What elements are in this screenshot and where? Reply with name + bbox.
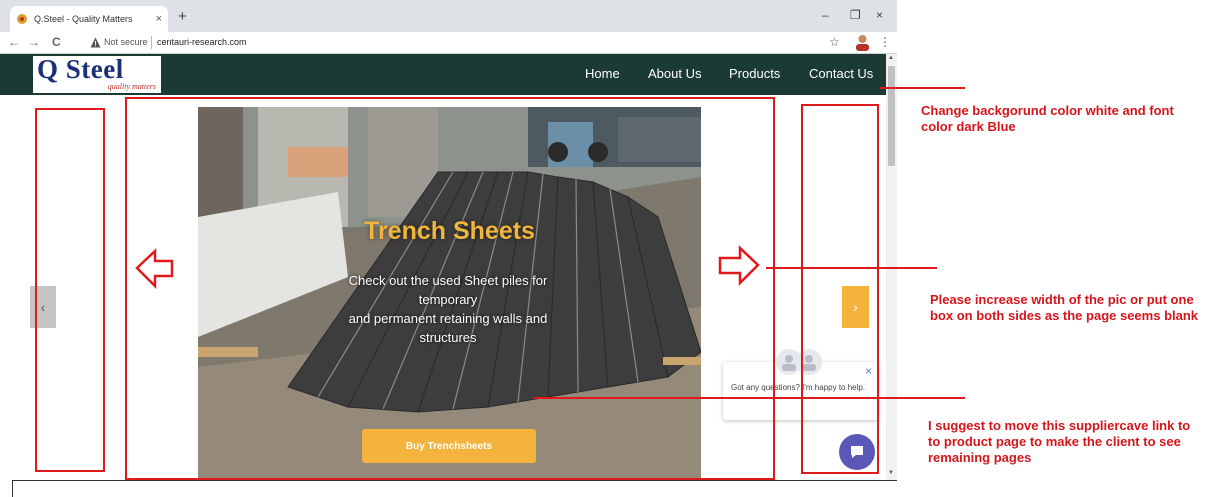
maximize-button[interactable]: ❐ bbox=[850, 8, 861, 22]
new-tab-button[interactable]: + bbox=[178, 8, 187, 25]
profile-avatar[interactable] bbox=[855, 34, 870, 51]
browser-menu-icon[interactable]: ⋮ bbox=[879, 35, 891, 49]
bookmark-star-icon[interactable]: ☆ bbox=[829, 35, 840, 49]
tab-close-icon[interactable]: × bbox=[156, 13, 162, 25]
annotation-note-navbar: Change backgorund color white and font c… bbox=[921, 103, 1174, 134]
back-button[interactable]: ← bbox=[8, 35, 20, 49]
annotation-box-right bbox=[801, 104, 879, 474]
site-logo[interactable]: Q Steel quality matters bbox=[33, 54, 161, 93]
url-divider bbox=[151, 36, 152, 49]
security-label[interactable]: Not secure bbox=[104, 37, 148, 47]
page-scrollbar[interactable]: ▲ ▼ bbox=[886, 54, 897, 497]
nav-home[interactable]: Home bbox=[585, 66, 620, 81]
window-close-button[interactable]: × bbox=[876, 8, 883, 22]
tab-title: Q.Steel - Quality Matters bbox=[34, 14, 133, 24]
annotation-note-width: Please increase width of the pic or put … bbox=[930, 292, 1199, 323]
nav-products[interactable]: Products bbox=[729, 66, 780, 81]
reload-button[interactable]: C bbox=[52, 35, 61, 49]
site-navbar: Q Steel quality matters Home About Us Pr… bbox=[0, 54, 886, 95]
annotation-box-left bbox=[35, 108, 105, 472]
url-input[interactable]: centauri-research.com bbox=[157, 37, 247, 47]
nav-about-us[interactable]: About Us bbox=[648, 66, 701, 81]
annotation-note-link: I suggest to move this suppliercave link… bbox=[928, 418, 1191, 465]
logo-tagline: quality matters bbox=[107, 82, 156, 91]
warning-icon[interactable] bbox=[90, 37, 101, 48]
logo-text: Q Steel bbox=[37, 54, 124, 84]
scroll-down-icon[interactable]: ▼ bbox=[888, 470, 894, 476]
address-bar: ← → C Not secure centauri-research.com ☆… bbox=[0, 32, 897, 54]
page-bottom-edge bbox=[12, 480, 897, 497]
minimize-button[interactable]: – bbox=[822, 8, 829, 22]
forward-button[interactable]: → bbox=[28, 35, 40, 49]
favicon-icon bbox=[17, 14, 27, 24]
browser-tab[interactable]: Q.Steel - Quality Matters × bbox=[10, 6, 168, 32]
nav-contact-us[interactable]: Contact Us bbox=[809, 66, 873, 81]
annotation-box-hero bbox=[125, 97, 775, 480]
scroll-up-icon[interactable]: ▲ bbox=[888, 55, 894, 61]
browser-chrome: Q.Steel - Quality Matters × + – ❐ × ← → … bbox=[0, 0, 897, 54]
scroll-thumb[interactable] bbox=[888, 66, 895, 166]
